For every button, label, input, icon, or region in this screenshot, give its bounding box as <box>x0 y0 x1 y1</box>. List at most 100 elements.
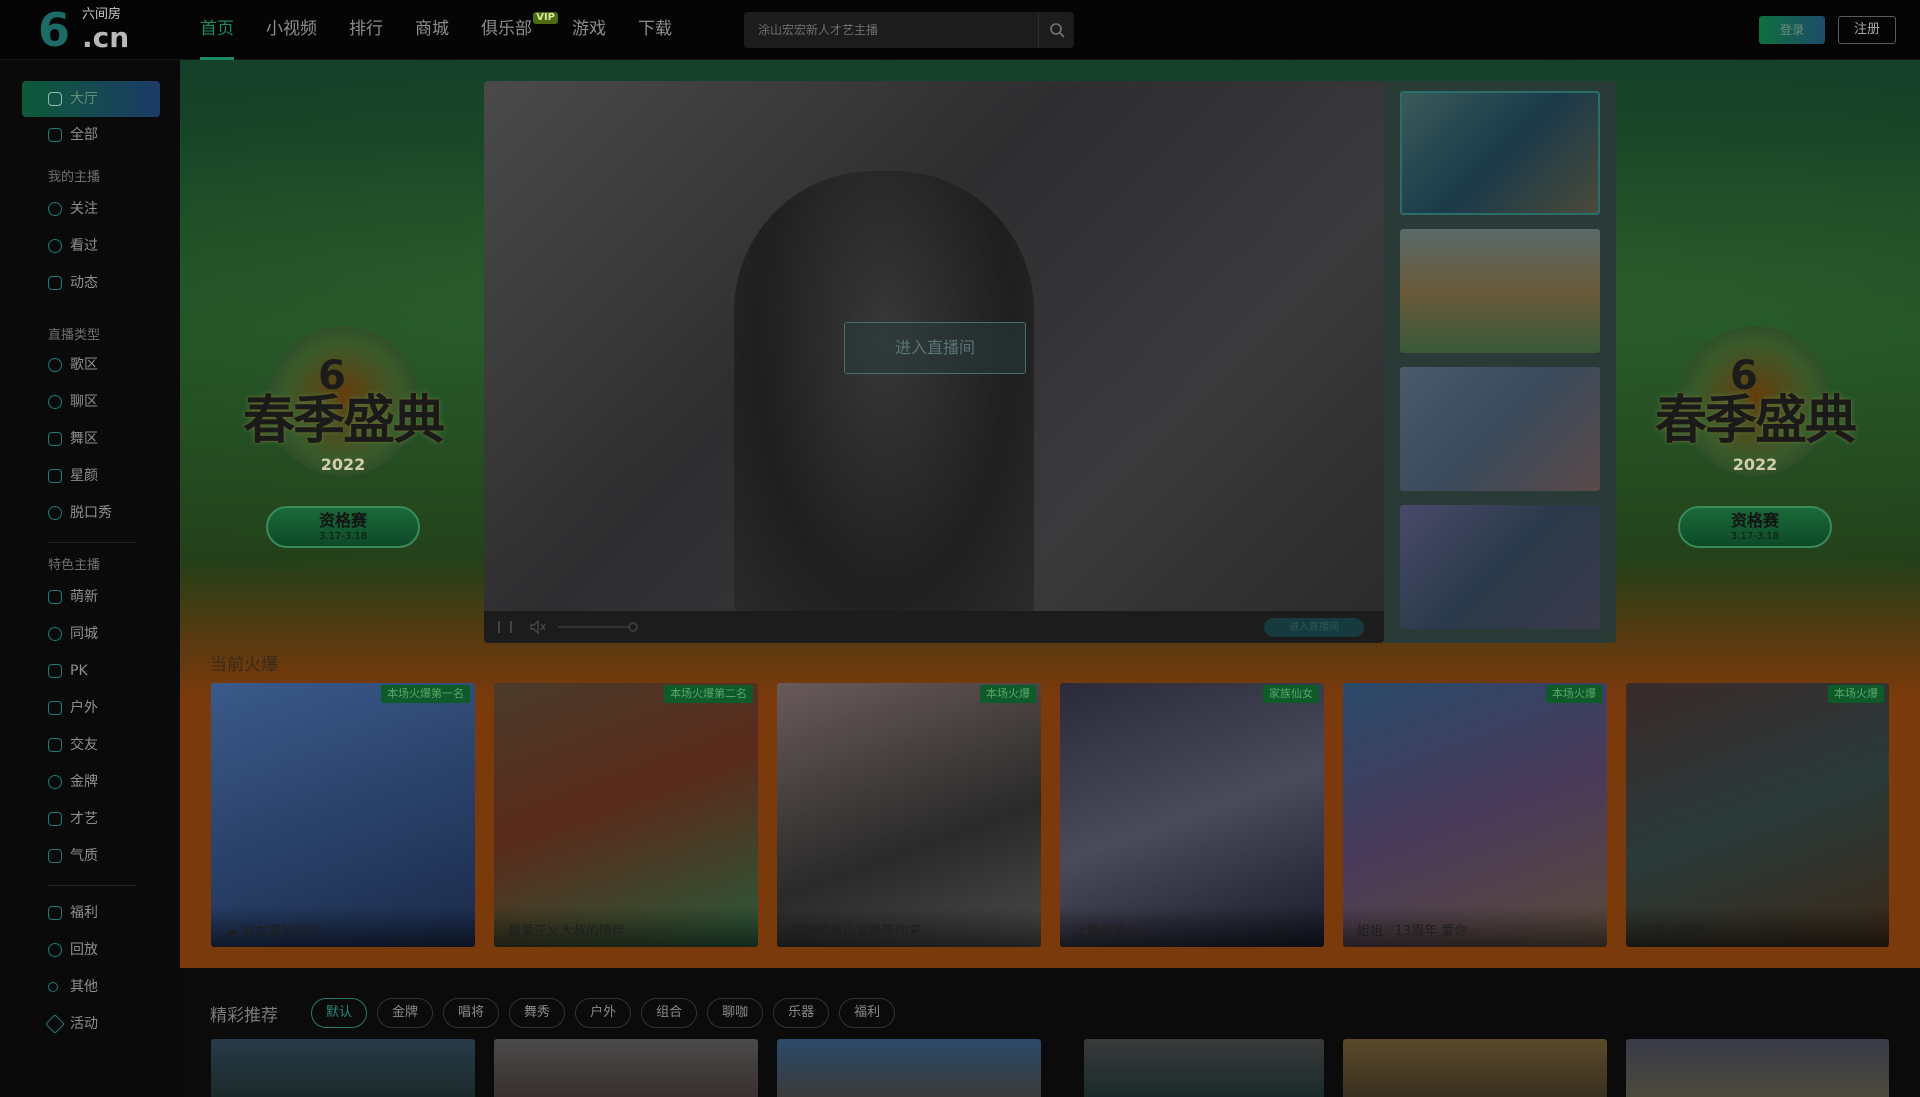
sidebar-item-follow[interactable]: 关注 <box>22 191 160 227</box>
tent-icon <box>48 701 62 715</box>
mic-icon <box>48 506 62 520</box>
register-button[interactable]: 注册 <box>1838 16 1896 44</box>
nav-ranking[interactable]: 排行 <box>349 0 383 60</box>
volume-handle[interactable] <box>628 622 638 632</box>
sidebar-item-star[interactable]: 星颜 <box>22 458 160 494</box>
sidebar-divider <box>48 885 136 886</box>
card-caption: 最爱正义大叔的陪伴 <box>494 907 758 947</box>
thumbnail-2[interactable] <box>1400 229 1600 353</box>
top-bar: 6 六间房 .cn 首页 小视频 排行 商城 俱乐部VIP 游戏 下载 登录 注… <box>0 0 1920 60</box>
sidebar-item-events[interactable]: 活动 <box>22 1006 160 1042</box>
sidebar-item-talent[interactable]: 才艺 <box>22 801 160 837</box>
player-controls: 进入直播间 <box>484 611 1384 643</box>
enter-room-button[interactable]: 进入直播间 <box>844 322 1026 374</box>
sidebar-item-other[interactable]: 其他 <box>22 969 160 1005</box>
recommend-card[interactable] <box>494 1039 758 1097</box>
recommend-card[interactable] <box>211 1039 475 1097</box>
stream-thumbnails <box>1384 81 1616 643</box>
sidebar-item-local[interactable]: 同城 <box>22 616 160 652</box>
filter-singer[interactable]: 唱将 <box>443 998 500 1028</box>
filter-dance[interactable]: 舞秀 <box>509 998 566 1028</box>
recommend-card[interactable] <box>1343 1039 1607 1097</box>
recommend-card[interactable] <box>1084 1039 1324 1097</box>
search-button[interactable] <box>1038 12 1074 48</box>
event-emblem-right[interactable]: 6 春季盛典 2022 资格赛 3.17-3.18 <box>1620 296 1890 566</box>
sidebar-item-dance[interactable]: 舞区 <box>22 421 160 457</box>
bolt-icon <box>48 664 62 678</box>
login-button[interactable]: 登录 <box>1759 16 1825 44</box>
message-icon <box>48 276 62 290</box>
filter-group[interactable]: 组合 <box>641 998 698 1028</box>
filter-chat[interactable]: 聊咖 <box>707 998 764 1028</box>
chat-icon <box>48 395 62 409</box>
card-caption: 北家小黄蜂 <box>1626 907 1889 947</box>
search-input[interactable] <box>744 12 1038 48</box>
hot-card[interactable]: 本场火爆第一名 ☁ 仙女蜜加油呀 <box>211 683 475 947</box>
sidebar-item-talkshow[interactable]: 脱口秀 <box>22 495 160 531</box>
hot-card[interactable]: 本场火爆 北家小黄蜂 <box>1626 683 1889 947</box>
hot-badge: 本场火爆 <box>1828 685 1884 703</box>
sidebar-item-hall[interactable]: 大厅 <box>22 81 160 117</box>
hot-card[interactable]: 本场火爆 甜美歌者小蜜蜂等你来 <box>777 683 1041 947</box>
hot-card[interactable]: 本场火爆第二名 最爱正义大叔的陪伴 <box>494 683 758 947</box>
hot-card[interactable]: 本场火爆 姐姐♡13周年 爱你 <box>1343 683 1607 947</box>
sidebar: 大厅 全部 我的主播 关注 看过 动态 直播类型 歌区 聊区 舞区 星颜 脱口秀… <box>0 60 180 1097</box>
thumbnail-3[interactable] <box>1400 367 1600 491</box>
sidebar-item-newbie[interactable]: 萌新 <box>22 579 160 615</box>
sidebar-item-history[interactable]: 看过 <box>22 228 160 264</box>
recommend-card[interactable] <box>1626 1039 1889 1097</box>
live-player[interactable]: 进入直播间 进入直播间 <box>484 81 1384 643</box>
replay-icon <box>48 943 62 957</box>
sidebar-item-outdoor[interactable]: 户外 <box>22 690 160 726</box>
signal-icon[interactable] <box>498 621 512 633</box>
sidebar-item-replay[interactable]: 回放 <box>22 932 160 968</box>
event-stage-pill: 资格赛 3.17-3.18 <box>1678 506 1832 548</box>
vip-badge: VIP <box>533 12 558 24</box>
sidebar-item-friends[interactable]: 交友 <box>22 727 160 763</box>
sidebar-item-gold[interactable]: 金牌 <box>22 764 160 800</box>
stream-preview <box>734 171 1034 641</box>
hot-badge: 本场火爆第二名 <box>664 685 753 703</box>
clock-icon <box>48 239 62 253</box>
event-emblem-left[interactable]: 6 春季盛典 2022 资格赛 3.17-3.18 <box>208 296 478 566</box>
recommend-section-title: 精彩推荐 <box>210 1006 278 1026</box>
sidebar-item-feed[interactable]: 动态 <box>22 265 160 301</box>
dots-icon <box>48 982 58 992</box>
filter-default[interactable]: 默认 <box>311 998 368 1028</box>
sidebar-item-welfare[interactable]: 福利 <box>22 895 160 931</box>
hot-card[interactable]: 家族仙女 上瘾の娘儿 <box>1060 683 1324 947</box>
music-icon <box>48 358 62 372</box>
home-icon <box>48 92 62 106</box>
recommend-card[interactable] <box>777 1039 1041 1097</box>
nav-short-video[interactable]: 小视频 <box>266 0 317 60</box>
sidebar-item-song[interactable]: 歌区 <box>22 347 160 383</box>
dance-icon <box>48 432 62 446</box>
volume-icon[interactable] <box>530 620 546 634</box>
filter-outdoor[interactable]: 户外 <box>575 998 632 1028</box>
sidebar-divider <box>48 542 136 543</box>
thumbnail-4[interactable] <box>1400 505 1600 629</box>
nav-mall[interactable]: 商城 <box>415 0 449 60</box>
gift-icon <box>48 906 62 920</box>
filter-gold[interactable]: 金牌 <box>377 998 434 1028</box>
site-logo[interactable]: 6 六间房 .cn <box>38 7 138 53</box>
sidebar-section-feature: 特色主播 <box>48 558 101 573</box>
sidebar-item-elegance[interactable]: 气质 <box>22 838 160 874</box>
nav-games[interactable]: 游戏 <box>572 0 606 60</box>
sidebar-item-all[interactable]: 全部 <box>22 117 160 153</box>
hot-badge: 本场火爆第一名 <box>381 685 470 703</box>
thumbnail-1[interactable] <box>1400 91 1600 215</box>
card-caption: 上瘾の娘儿 <box>1060 907 1324 947</box>
go-live-button[interactable]: 进入直播间 <box>1264 618 1364 637</box>
nav-club[interactable]: 俱乐部 VIP <box>481 0 558 60</box>
filter-instrument[interactable]: 乐器 <box>773 998 830 1028</box>
sidebar-item-pk[interactable]: PK <box>22 653 160 689</box>
sidebar-item-chat[interactable]: 聊区 <box>22 384 160 420</box>
location-icon <box>48 627 62 641</box>
nav-home[interactable]: 首页 <box>200 0 234 60</box>
volume-slider[interactable] <box>558 626 634 628</box>
nav-download[interactable]: 下载 <box>638 0 672 60</box>
card-caption: 姐姐♡13周年 爱你 <box>1343 907 1607 947</box>
filter-welfare[interactable]: 福利 <box>839 998 896 1028</box>
event-stage-pill: 资格赛 3.17-3.18 <box>266 506 420 548</box>
